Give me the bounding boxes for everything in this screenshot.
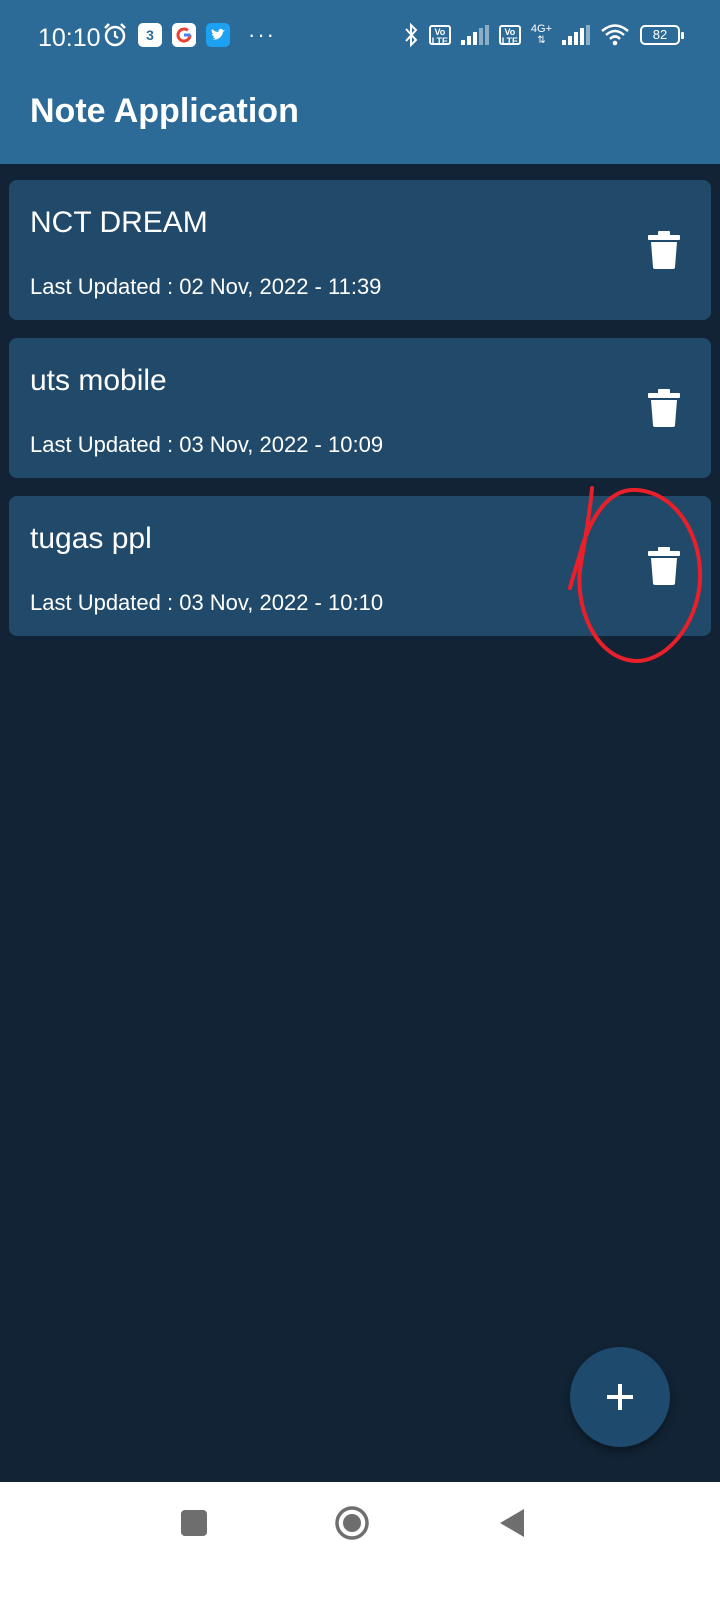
note-card[interactable]: tugas ppl Last Updated : 03 Nov, 2022 - …: [9, 496, 711, 636]
note-title: tugas ppl: [30, 522, 152, 555]
google-icon: [172, 23, 196, 47]
add-note-button[interactable]: [570, 1347, 670, 1447]
square-icon[interactable]: [180, 1509, 208, 1537]
network-type: 4G+ ⇅: [530, 23, 552, 47]
note-last-updated: Last Updated : 03 Nov, 2022 - 10:10: [30, 590, 384, 615]
more-notifications-icon: ···: [248, 22, 276, 47]
alarm-icon: [104, 23, 126, 47]
trash-icon[interactable]: [647, 546, 681, 586]
network-label: 4G+: [530, 23, 552, 35]
note-title: uts mobile: [30, 364, 167, 397]
trash-icon[interactable]: [647, 230, 681, 270]
wifi-icon: [601, 24, 629, 46]
twitter-icon: [206, 23, 230, 47]
navigation-bar: [0, 1482, 720, 1600]
trash-icon[interactable]: [647, 388, 681, 428]
status-time: 10:10: [38, 24, 101, 52]
note-card[interactable]: NCT DREAM Last Updated : 02 Nov, 2022 - …: [9, 180, 711, 320]
note-card[interactable]: uts mobile Last Updated : 03 Nov, 2022 -…: [9, 338, 711, 478]
data-arrows-icon: ⇅: [537, 35, 546, 46]
circle-icon[interactable]: [334, 1505, 370, 1541]
battery-icon: 82: [640, 25, 684, 45]
volte-icon: Vo LTE: [428, 25, 451, 46]
system-icons: Vo LTE Vo LTE 4G+ ⇅ 82: [403, 22, 684, 48]
calendar-icon: 3: [138, 23, 162, 47]
note-last-updated: Last Updated : 03 Nov, 2022 - 10:09: [30, 432, 384, 457]
signal-icon: [460, 25, 489, 45]
note-title: NCT DREAM: [30, 206, 208, 239]
bluetooth-icon: [405, 22, 418, 48]
notification-icons: 3 ···: [102, 22, 276, 48]
volte-icon-2: Vo LTE: [498, 25, 521, 46]
screen: 10:10 3 ··· Vo LTE Vo LTE 4G+ ⇅ 82 Note …: [0, 0, 720, 1600]
status-bar: 10:10 3 ··· Vo LTE Vo LTE 4G+ ⇅ 82: [0, 0, 720, 76]
signal-icon-2: [562, 25, 590, 45]
app-title: Note Application: [30, 92, 299, 130]
note-last-updated: Last Updated : 02 Nov, 2022 - 11:39: [30, 274, 382, 299]
plus-icon: [607, 1384, 633, 1410]
triangle-back-icon[interactable]: [498, 1507, 526, 1539]
